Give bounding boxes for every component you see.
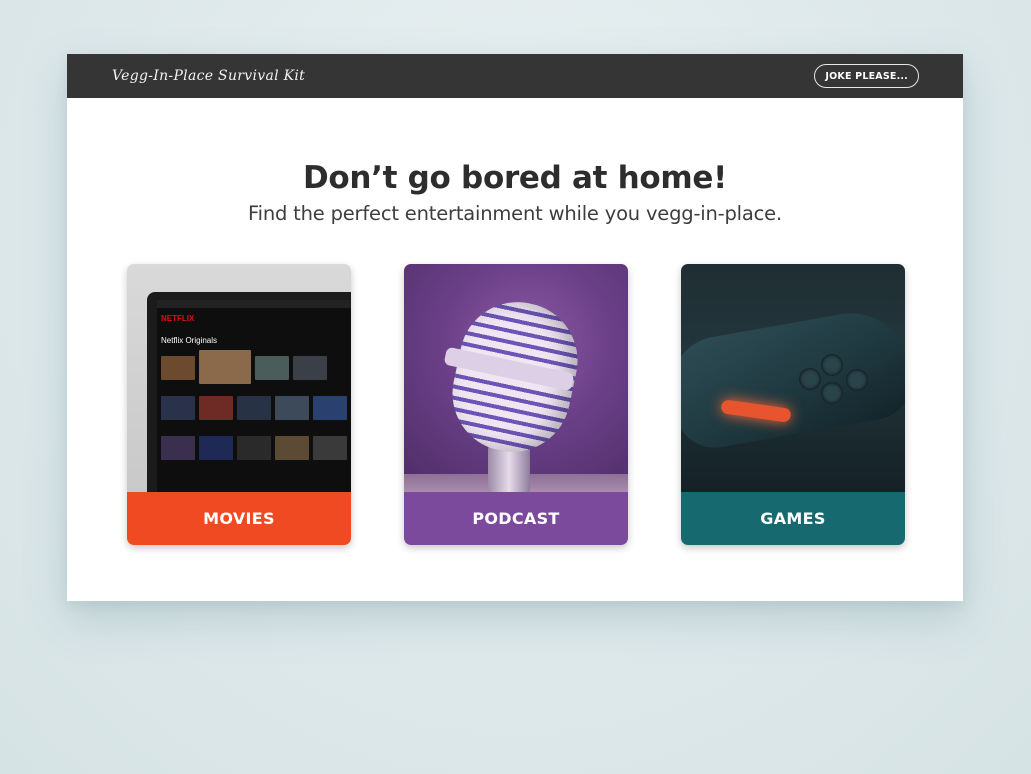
controller-button — [799, 368, 821, 390]
brand-title[interactable]: Vegg-In-Place Survival Kit — [112, 68, 305, 84]
poster-tile — [237, 396, 271, 420]
page-title: Don’t go bored at home! — [302, 160, 727, 196]
poster-tile — [313, 436, 347, 460]
poster-tile — [255, 356, 289, 380]
movies-card-label: MOVIES — [127, 492, 351, 545]
game-controller-icon — [681, 303, 905, 455]
poster-tile — [275, 436, 309, 460]
poster-tile — [275, 396, 309, 420]
page-subtitle: Find the perfect entertainment while you… — [248, 202, 782, 225]
app-window: Vegg-In-Place Survival Kit JOKE PLEASE..… — [67, 54, 963, 601]
joke-button[interactable]: JOKE PLEASE... — [814, 64, 919, 88]
controller-button — [821, 354, 843, 376]
poster-tile — [199, 396, 233, 420]
podcast-card-label: PODCAST — [404, 492, 628, 545]
poster-tile — [199, 350, 251, 384]
netflix-row-title: Netflix Originals — [161, 336, 218, 345]
netflix-logo: NETFLIX — [161, 314, 195, 323]
controller-button — [846, 369, 868, 391]
games-card-label: GAMES — [681, 492, 905, 545]
poster-tile — [161, 356, 195, 380]
game-controller-image — [681, 264, 905, 492]
poster-tile — [199, 436, 233, 460]
poster-tile — [313, 396, 347, 420]
poster-tile — [161, 396, 195, 420]
netflix-laptop-image: NETFLIX Netflix Originals — [127, 264, 351, 492]
microphone-image — [404, 264, 628, 492]
games-card[interactable]: GAMES — [681, 264, 905, 545]
navbar: Vegg-In-Place Survival Kit JOKE PLEASE..… — [67, 54, 963, 98]
controller-button — [821, 382, 843, 404]
hero: Don’t go bored at home! Find the perfect… — [67, 98, 963, 225]
poster-tile — [161, 436, 195, 460]
poster-tile — [293, 356, 327, 380]
category-cards: NETFLIX Netflix Originals MOVIES PODCAST… — [127, 264, 905, 545]
poster-tile — [237, 436, 271, 460]
laptop-screen: NETFLIX Netflix Originals — [157, 300, 351, 492]
podcast-card[interactable]: PODCAST — [404, 264, 628, 545]
movies-card[interactable]: NETFLIX Netflix Originals MOVIES — [127, 264, 351, 545]
laptop-shape: NETFLIX Netflix Originals — [147, 292, 351, 492]
